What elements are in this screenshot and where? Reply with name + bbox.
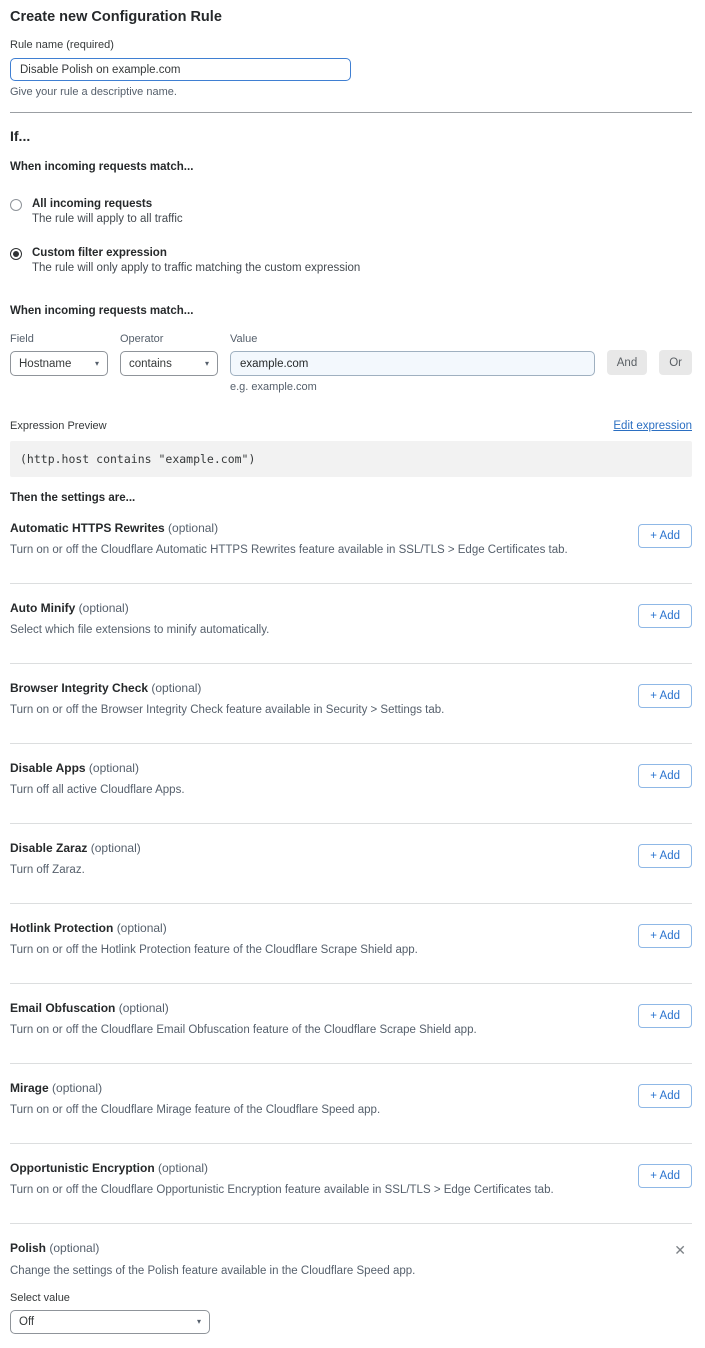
setting-name: Hotlink Protection xyxy=(10,921,113,935)
setting-item-automatic-https-rewrites: Automatic HTTPS Rewrites (optional) Turn… xyxy=(10,504,692,584)
setting-description: Turn off all active Cloudflare Apps. xyxy=(10,784,185,796)
value-label: Value xyxy=(230,333,595,345)
chevron-down-icon: ▾ xyxy=(205,360,209,368)
polish-select-value: Off xyxy=(19,1316,34,1328)
setting-name: Browser Integrity Check xyxy=(10,681,148,695)
request-match-radio-group: All incoming requests The rule will appl… xyxy=(10,198,692,274)
radio-label: All incoming requests xyxy=(32,198,183,210)
value-helper: e.g. example.com xyxy=(230,381,595,393)
add-button[interactable]: + Add xyxy=(638,764,692,788)
or-button[interactable]: Or xyxy=(659,350,692,375)
radio-icon[interactable] xyxy=(10,199,22,211)
setting-name: Opportunistic Encryption xyxy=(10,1161,155,1175)
setting-item-disable-zaraz: Disable Zaraz (optional) Turn off Zaraz.… xyxy=(10,824,692,904)
setting-item-disable-apps: Disable Apps (optional) Turn off all act… xyxy=(10,744,692,824)
optional-label: (optional) xyxy=(89,761,139,775)
settings-heading: Then the settings are... xyxy=(10,492,692,504)
builder-heading: When incoming requests match... xyxy=(10,305,692,317)
setting-name: Auto Minify xyxy=(10,601,75,615)
radio-description: The rule will apply to all traffic xyxy=(32,213,183,225)
add-button[interactable]: + Add xyxy=(638,1004,692,1028)
setting-item-browser-integrity-check: Browser Integrity Check (optional) Turn … xyxy=(10,664,692,744)
polish-value-select[interactable]: Off ▾ xyxy=(10,1310,210,1334)
add-button[interactable]: + Add xyxy=(638,604,692,628)
setting-description: Turn on or off the Cloudflare Email Obfu… xyxy=(10,1024,477,1036)
add-button[interactable]: + Add xyxy=(638,684,692,708)
operator-label: Operator xyxy=(120,333,218,345)
operator-select[interactable]: contains ▾ xyxy=(120,351,218,376)
chevron-down-icon: ▾ xyxy=(95,360,99,368)
setting-item-polish: Polish (optional) ✕ Change the settings … xyxy=(10,1224,692,1334)
setting-item-email-obfuscation: Email Obfuscation (optional) Turn on or … xyxy=(10,984,692,1064)
expression-preview-label: Expression Preview xyxy=(10,420,107,432)
radio-icon[interactable] xyxy=(10,248,22,260)
optional-label: (optional) xyxy=(117,921,167,935)
field-select[interactable]: Hostname ▾ xyxy=(10,351,108,376)
setting-name: Disable Apps xyxy=(10,761,86,775)
setting-name: Automatic HTTPS Rewrites xyxy=(10,521,165,535)
setting-description: Turn on or off the Cloudflare Automatic … xyxy=(10,544,568,556)
optional-label: (optional) xyxy=(52,1081,102,1095)
rule-name-helper: Give your rule a descriptive name. xyxy=(10,86,692,98)
radio-custom-filter-expression[interactable]: Custom filter expression The rule will o… xyxy=(10,247,692,274)
optional-label: (optional) xyxy=(79,601,129,615)
operator-select-value: contains xyxy=(129,358,172,370)
setting-name: Mirage xyxy=(10,1081,49,1095)
add-button[interactable]: + Add xyxy=(638,1084,692,1108)
expression-preview-code: (http.host contains "example.com") xyxy=(10,441,692,477)
rule-name-input[interactable] xyxy=(10,58,351,81)
radio-all-incoming-requests[interactable]: All incoming requests The rule will appl… xyxy=(10,198,692,225)
setting-description: Turn on or off the Hotlink Protection fe… xyxy=(10,944,418,956)
setting-name: Polish xyxy=(10,1241,46,1255)
radio-label: Custom filter expression xyxy=(32,247,360,259)
setting-description: Turn off Zaraz. xyxy=(10,864,141,876)
setting-description: Turn on or off the Browser Integrity Che… xyxy=(10,704,444,716)
add-button[interactable]: + Add xyxy=(638,1164,692,1188)
select-value-label: Select value xyxy=(10,1292,692,1304)
configuration-rule-form: Create new Configuration Rule Rule name … xyxy=(0,0,705,1348)
add-button[interactable]: + Add xyxy=(638,924,692,948)
optional-label: (optional) xyxy=(91,841,141,855)
setting-description: Select which file extensions to minify a… xyxy=(10,624,269,636)
setting-description: Change the settings of the Polish featur… xyxy=(10,1265,692,1277)
add-button[interactable]: + Add xyxy=(638,524,692,548)
setting-item-mirage: Mirage (optional) Turn on or off the Clo… xyxy=(10,1064,692,1144)
close-icon[interactable]: ✕ xyxy=(670,1241,690,1259)
value-input[interactable] xyxy=(230,351,595,376)
field-label: Field xyxy=(10,333,108,345)
add-button[interactable]: + Add xyxy=(638,844,692,868)
expression-preview-header: Expression Preview Edit expression xyxy=(10,420,692,432)
section-divider xyxy=(10,112,692,113)
expression-builder: When incoming requests match... Field Ho… xyxy=(10,305,692,393)
and-button[interactable]: And xyxy=(607,350,647,375)
setting-name: Email Obfuscation xyxy=(10,1001,115,1015)
optional-label: (optional) xyxy=(49,1241,99,1255)
setting-name: Disable Zaraz xyxy=(10,841,87,855)
field-select-value: Hostname xyxy=(19,358,71,370)
setting-item-auto-minify: Auto Minify (optional) Select which file… xyxy=(10,584,692,664)
setting-item-opportunistic-encryption: Opportunistic Encryption (optional) Turn… xyxy=(10,1144,692,1224)
edit-expression-link[interactable]: Edit expression xyxy=(613,420,692,432)
match-heading: When incoming requests match... xyxy=(10,161,692,173)
optional-label: (optional) xyxy=(168,521,218,535)
setting-description: Turn on or off the Cloudflare Mirage fea… xyxy=(10,1104,380,1116)
optional-label: (optional) xyxy=(158,1161,208,1175)
setting-description: Turn on or off the Cloudflare Opportunis… xyxy=(10,1184,554,1196)
optional-label: (optional) xyxy=(151,681,201,695)
expression-builder-row: Field Hostname ▾ Operator contains ▾ Val… xyxy=(10,333,692,393)
optional-label: (optional) xyxy=(119,1001,169,1015)
setting-item-hotlink-protection: Hotlink Protection (optional) Turn on or… xyxy=(10,904,692,984)
chevron-down-icon: ▾ xyxy=(197,1318,201,1326)
page-title: Create new Configuration Rule xyxy=(10,9,692,25)
if-heading: If... xyxy=(10,128,692,144)
radio-description: The rule will only apply to traffic matc… xyxy=(32,262,360,274)
rule-name-label: Rule name (required) xyxy=(10,39,692,51)
